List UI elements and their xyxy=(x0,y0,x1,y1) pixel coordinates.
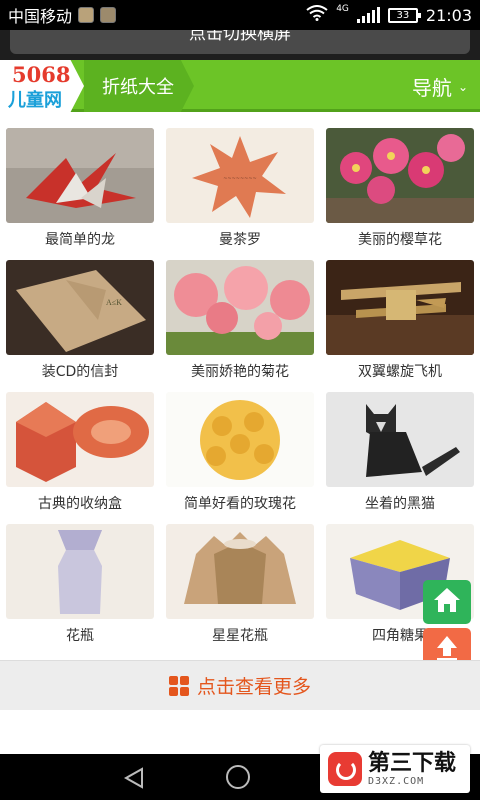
notification-image-icon xyxy=(100,7,117,23)
item-title: 星星花瓶 xyxy=(212,628,268,644)
item-title: 坐着的黑猫 xyxy=(365,496,435,512)
origami-biplane-image xyxy=(326,260,474,355)
watermark-domain: D3XZ.COM xyxy=(368,775,425,787)
rotate-landscape-button[interactable]: 点击切换横屏 xyxy=(10,30,470,54)
rotate-strip: 点击切换横屏 xyxy=(0,30,480,60)
origami-grid: 最简单的龙 ~~~~~~~~ 曼茶罗 美丽的樱草花 A≤K 装CD的信封 美丽娇… xyxy=(6,128,474,646)
origami-star-vase-image xyxy=(166,524,314,619)
wifi-icon xyxy=(306,5,328,25)
watermark-title: 第三下载 xyxy=(368,750,457,776)
signal-icon xyxy=(356,7,380,23)
item-title: 美丽娇艳的菊花 xyxy=(191,364,289,380)
site-header: 5068 儿童网 折纸大全 导航 ⌄ xyxy=(0,60,480,112)
item-title: 古典的收纳盒 xyxy=(38,496,122,512)
origami-primrose-image xyxy=(326,128,474,223)
section-title: 折纸大全 xyxy=(102,77,174,98)
origami-dragon-image xyxy=(6,128,154,223)
load-more-button[interactable]: 点击查看更多 xyxy=(0,660,480,710)
item-title: 曼茶罗 xyxy=(219,232,261,248)
home-button[interactable] xyxy=(423,580,471,624)
cd-envelope-image: A≤K xyxy=(6,260,154,355)
origami-card[interactable]: 美丽娇艳的菊花 xyxy=(166,260,314,382)
item-title: 美丽的樱草花 xyxy=(358,232,442,248)
svg-text:~~~~~~~~: ~~~~~~~~ xyxy=(223,176,257,182)
grid-icon xyxy=(168,675,189,696)
origami-card[interactable]: 简单好看的玫瑰花 xyxy=(166,392,314,514)
origami-card[interactable]: 最简单的龙 xyxy=(6,128,154,250)
watermark-logo xyxy=(328,752,362,786)
nav-menu-button[interactable]: 导航 ⌄ xyxy=(412,72,468,101)
origami-card[interactable]: A≤K 装CD的信封 xyxy=(6,260,154,382)
item-title: 最简单的龙 xyxy=(45,232,115,248)
home-icon xyxy=(432,586,462,618)
origami-box-image xyxy=(6,392,154,487)
notification-app-icon xyxy=(78,7,95,23)
load-more-label: 点击查看更多 xyxy=(196,676,311,698)
origami-chrysanthemum-image xyxy=(166,260,314,355)
carrier-label: 中国移动 xyxy=(8,7,73,26)
origami-vase-image xyxy=(6,524,154,619)
network-type: 4G xyxy=(336,4,349,14)
origami-card[interactable]: 美丽的樱草花 xyxy=(326,128,474,250)
origami-card[interactable]: 古典的收纳盒 xyxy=(6,392,154,514)
battery-level: 33 xyxy=(396,9,410,21)
origami-black-cat-image xyxy=(326,392,474,487)
back-icon[interactable] xyxy=(122,766,146,794)
origami-card[interactable]: 星星花瓶 xyxy=(166,524,314,646)
watermark-badge: 第三下载 D3XZ.COM xyxy=(320,745,470,793)
logo-text: 儿童网 xyxy=(8,90,62,111)
origami-card[interactable]: 双翼螺旋飞机 xyxy=(326,260,474,382)
origami-card[interactable]: 坐着的黑猫 xyxy=(326,392,474,514)
origami-rose-ball-image xyxy=(166,392,314,487)
battery-icon: 33 xyxy=(387,7,421,23)
origami-card[interactable]: ~~~~~~~~ 曼茶罗 xyxy=(166,128,314,250)
site-logo[interactable]: 5068 儿童网 xyxy=(0,60,84,112)
origami-card[interactable]: 花瓶 xyxy=(6,524,154,646)
logo-number: 5068 xyxy=(12,62,71,87)
item-title: 简单好看的玫瑰花 xyxy=(184,496,296,512)
item-title: 花瓶 xyxy=(66,628,94,644)
chevron-down-icon: ⌄ xyxy=(457,79,468,94)
svg-text:A≤K: A≤K xyxy=(106,298,122,307)
clock: 21:03 xyxy=(425,5,472,25)
item-title: 双翼螺旋飞机 xyxy=(358,364,442,380)
item-title: 装CD的信封 xyxy=(41,364,119,380)
nav-label: 导航 xyxy=(411,76,452,100)
home-nav-icon[interactable] xyxy=(226,765,250,789)
origami-star-image: ~~~~~~~~ xyxy=(166,128,314,223)
status-bar: 中国移动 4G 33 21:03 xyxy=(0,0,480,30)
